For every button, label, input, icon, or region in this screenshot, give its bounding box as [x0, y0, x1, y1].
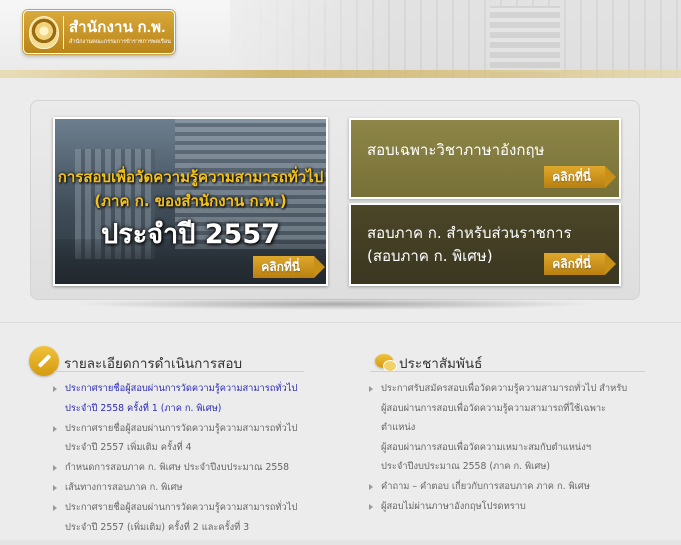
- list-item-line: ผู้สอบผ่านการสอบเพื่อวัดความรู้ความสามาร…: [381, 402, 607, 434]
- list-item-line: ประจำปี 2557 (เพิ่มเติม) ครั้งที่ 2 และค…: [65, 521, 250, 533]
- list-item[interactable]: คำถาม – คำตอบ เกี่ยวกับการสอบภาค ภาค ก. …: [369, 477, 629, 497]
- promo-heading: การสอบเพื่อวัดความรู้ความสามารถทั่วไป: [57, 168, 324, 186]
- list-item-line: ผู้สอบไม่ผ่านภาษาอังกฤษโปรดทราบ: [381, 501, 526, 512]
- list-item-line: กำหนดการสอบภาค ก. พิเศษ ประจำปีงบประมาณ …: [65, 462, 290, 473]
- list-item[interactable]: ผู้สอบไม่ผ่านภาษาอังกฤษโปรดทราบ: [369, 497, 629, 517]
- list-item-line: ประกาศรายชื่อผู้สอบผ่านการวัดความรู้ความ…: [65, 383, 298, 394]
- list-item-line: ประจำปีงบประมาณ 2558 (ภาค ก. พิเศษ): [381, 461, 550, 472]
- pr-news-list: ประกาศรับสมัครสอบเพื่อวัดความรู้ความสามา…: [369, 379, 629, 517]
- promo-subheading: (ภาค ก. ของสำนักงาน ก.พ.): [94, 192, 287, 210]
- banner-shadow: [70, 298, 600, 310]
- promo-year: ประจำปี 2557: [101, 219, 280, 250]
- section-divider: [0, 322, 681, 323]
- exam-details-list: ประกาศรายชื่อผู้สอบผ่านการวัดความรู้ความ…: [53, 379, 303, 537]
- gov-exam-title: สอบภาค ก. สำหรับส่วนราชการ (สอบภาค ก. พิ…: [367, 222, 572, 268]
- list-item-line: คำถาม – คำตอบ เกี่ยวกับการสอบภาค ภาค ก. …: [381, 481, 590, 492]
- logo-subtitle: สำนักงานคณะกรรมการข้าราชการพลเรือน: [69, 39, 171, 45]
- list-item[interactable]: เส้นทางการสอบภาค ก. พิเศษ: [53, 478, 303, 498]
- list-item-line: ประจำปี 2557 เพิ่มเติม ครั้งที่ 4: [65, 442, 192, 453]
- chat-icon: [375, 354, 397, 372]
- logo-title: สำนักงาน ก.พ.: [69, 19, 166, 36]
- list-item-line: ประกาศรายชื่อผู้สอบผ่านการวัดความรู้ความ…: [65, 422, 298, 434]
- list-item[interactable]: ประกาศรายชื่อผู้สอบผ่านการวัดความรู้ความ…: [53, 498, 303, 537]
- english-exam-box[interactable]: สอบเฉพาะวิชาภาษาอังกฤษ คลิกที่นี่: [349, 118, 621, 199]
- gov-exam-title-line1: สอบภาค ก. สำหรับส่วนราชการ: [367, 224, 572, 242]
- promo-banner-2557[interactable]: การสอบเพื่อวัดความรู้ความสามารถทั่วไป (ภ…: [53, 117, 328, 286]
- page-footer-band: [0, 540, 681, 545]
- header-building-photo: [230, 0, 681, 78]
- click-here-button[interactable]: คลิกที่นี่: [253, 256, 325, 278]
- list-item[interactable]: ประกาศรายชื่อผู้สอบผ่านการวัดความรู้ความ…: [53, 379, 303, 418]
- seal-icon: [29, 16, 59, 49]
- list-item-line: เส้นทางการสอบภาค ก. พิเศษ: [65, 482, 183, 493]
- header-gold-band: [0, 70, 681, 78]
- list-item-line: ผู้สอบผ่านการสอบเพื่อวัดความเหมาะสมกับตำ…: [381, 441, 592, 453]
- gov-exam-box[interactable]: สอบภาค ก. สำหรับส่วนราชการ (สอบภาค ก. พิ…: [349, 203, 621, 286]
- list-item[interactable]: ประกาศรับสมัครสอบเพื่อวัดความรู้ความสามา…: [369, 379, 629, 477]
- gov-exam-title-line2: (สอบภาค ก. พิเศษ): [367, 247, 493, 265]
- click-here-button[interactable]: คลิกที่นี่: [544, 253, 616, 275]
- logo-divider: [63, 16, 64, 49]
- list-item-line: ประกาศรายชื่อผู้สอบผ่านการวัดความรู้ความ…: [65, 502, 298, 513]
- list-item-line: ประกาศรับสมัครสอบเพื่อวัดความรู้ความสามา…: [381, 383, 628, 394]
- list-item[interactable]: ประกาศรายชื่อผู้สอบผ่านการวัดความรู้ความ…: [53, 419, 303, 458]
- title-underline: [54, 371, 304, 372]
- site-logo[interactable]: สำนักงาน ก.พ. สำนักงานคณะกรรมการข้าราชกา…: [23, 10, 175, 54]
- title-underline: [370, 371, 645, 372]
- list-item[interactable]: กำหนดการสอบภาค ก. พิเศษ ประจำปีงบประมาณ …: [53, 458, 303, 478]
- site-header: สำนักงาน ก.พ. สำนักงานคณะกรรมการข้าราชกา…: [0, 0, 681, 78]
- list-item-line: ประจำปี 2558 ครั้งที่ 1 (ภาค ก. พิเศษ): [65, 402, 222, 414]
- english-exam-title: สอบเฉพาะวิชาภาษาอังกฤษ: [367, 141, 545, 159]
- click-here-button[interactable]: คลิกที่นี่: [544, 166, 616, 188]
